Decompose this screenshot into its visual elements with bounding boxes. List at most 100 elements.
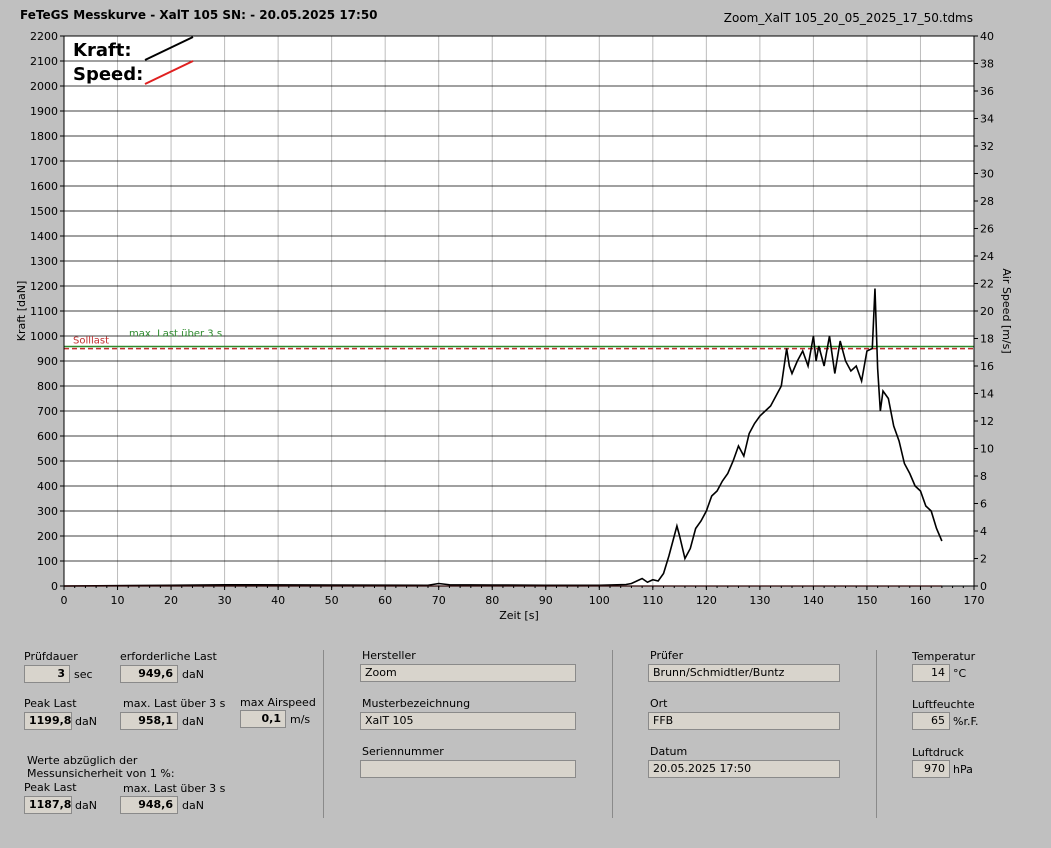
druck-value: 970 bbox=[912, 760, 950, 778]
erf-last-unit: daN bbox=[182, 668, 204, 681]
x-tick-label: 120 bbox=[696, 594, 717, 607]
peak-last-unit: daN bbox=[75, 715, 97, 728]
y2-tick-label: 4 bbox=[980, 525, 987, 538]
y-tick-label: 2200 bbox=[30, 30, 58, 43]
reference-label: Solllast bbox=[73, 336, 109, 347]
y-tick-label: 400 bbox=[37, 480, 58, 493]
serien-label: Seriennummer bbox=[362, 745, 444, 758]
force-chart: Solllastmax. Last über 3 s 0 10 20 30 40 50 60… bbox=[15, 30, 1013, 622]
panel-divider bbox=[323, 650, 324, 818]
feuchte-label: Luftfeuchte bbox=[912, 698, 975, 711]
ort-field: FFB bbox=[648, 712, 840, 730]
x-tick-label: 50 bbox=[325, 594, 339, 607]
x-tick-label: 80 bbox=[485, 594, 499, 607]
y-tick-label: 500 bbox=[37, 455, 58, 468]
werte-note: Werte abzüglich der Messunsicherheit von… bbox=[27, 754, 175, 780]
y-tick-label: 600 bbox=[37, 430, 58, 443]
x-tick-label: 140 bbox=[803, 594, 824, 607]
x-tick-label: 110 bbox=[642, 594, 663, 607]
x-tick-label: 20 bbox=[164, 594, 178, 607]
hersteller-field: Zoom bbox=[360, 664, 576, 682]
y-tick-label: 800 bbox=[37, 380, 58, 393]
y-tick-label: 1300 bbox=[30, 255, 58, 268]
erf-last-value: 949,6 bbox=[120, 665, 178, 683]
legend-label: Speed: bbox=[73, 64, 143, 85]
max-last-unit: daN bbox=[182, 715, 204, 728]
panel-divider bbox=[876, 650, 877, 818]
y2-tick-label: 16 bbox=[980, 360, 994, 373]
y-tick-label: 300 bbox=[37, 505, 58, 518]
max-airspeed-label: max Airspeed bbox=[240, 696, 316, 709]
datum-field: 20.05.2025 17:50 bbox=[648, 760, 840, 778]
y-tick-label: 900 bbox=[37, 355, 58, 368]
x-tick-label: 70 bbox=[432, 594, 446, 607]
y2-tick-label: 36 bbox=[980, 85, 994, 98]
y2-tick-label: 12 bbox=[980, 415, 994, 428]
x-tick-label: 130 bbox=[749, 594, 770, 607]
y2-tick-label: 8 bbox=[980, 470, 987, 483]
x-tick-label: 30 bbox=[218, 594, 232, 607]
y2-tick-label: 32 bbox=[980, 140, 994, 153]
y-tick-label: 1200 bbox=[30, 280, 58, 293]
x-tick-label: 150 bbox=[856, 594, 877, 607]
y2-tick-label: 10 bbox=[980, 443, 994, 456]
y2-tick-label: 34 bbox=[980, 113, 994, 126]
y-tick-label: 0 bbox=[51, 580, 58, 593]
legend-label: Kraft: bbox=[73, 40, 132, 61]
temp-value: 14 bbox=[912, 664, 950, 682]
y-tick-label: 1500 bbox=[30, 205, 58, 218]
y2-tick-label: 18 bbox=[980, 333, 994, 346]
y2-tick-label: 0 bbox=[980, 580, 987, 593]
feuchte-value: 65 bbox=[912, 712, 950, 730]
peak-last-value: 1199,8 bbox=[24, 712, 72, 730]
erf-last-label: erforderliche Last bbox=[120, 650, 217, 663]
muster-label: Musterbezeichnung bbox=[362, 697, 471, 710]
y-axis-label: Kraft [daN] bbox=[15, 281, 28, 342]
x-tick-label: 90 bbox=[539, 594, 553, 607]
max-last-label: max. Last über 3 s bbox=[123, 697, 226, 710]
peak-last-label: Peak Last bbox=[24, 697, 77, 710]
y-tick-label: 1400 bbox=[30, 230, 58, 243]
datum-label: Datum bbox=[650, 745, 688, 758]
reference-label: max. Last über 3 s bbox=[129, 328, 222, 339]
y-tick-label: 1000 bbox=[30, 330, 58, 343]
druck-unit: hPa bbox=[953, 763, 973, 776]
panel-divider bbox=[612, 650, 613, 818]
y-tick-label: 1900 bbox=[30, 105, 58, 118]
max-last2-value: 948,6 bbox=[120, 796, 178, 814]
pruefdauer-label: Prüfdauer bbox=[24, 650, 78, 663]
y2-tick-label: 14 bbox=[980, 388, 994, 401]
y2-tick-label: 26 bbox=[980, 223, 994, 236]
y2-tick-label: 24 bbox=[980, 250, 994, 263]
hersteller-label: Hersteller bbox=[362, 649, 416, 662]
x-tick-label: 10 bbox=[111, 594, 125, 607]
x-tick-label: 60 bbox=[378, 594, 392, 607]
y-tick-label: 1700 bbox=[30, 155, 58, 168]
pruefdauer-value: 3 bbox=[24, 665, 70, 683]
x-tick-label: 160 bbox=[910, 594, 931, 607]
y2-axis-label: Air Speed [m/s] bbox=[1000, 268, 1013, 353]
x-tick-label: 40 bbox=[271, 594, 285, 607]
y2-tick-label: 28 bbox=[980, 195, 994, 208]
feuchte-unit: %r.F. bbox=[953, 715, 979, 728]
y-tick-label: 1800 bbox=[30, 130, 58, 143]
y2-tick-label: 40 bbox=[980, 30, 994, 43]
serien-field bbox=[360, 760, 576, 778]
peak-last2-label: Peak Last bbox=[24, 781, 77, 794]
ort-label: Ort bbox=[650, 697, 668, 710]
y-tick-label: 1600 bbox=[30, 180, 58, 193]
y2-tick-label: 2 bbox=[980, 553, 987, 566]
y2-tick-label: 30 bbox=[980, 168, 994, 181]
y2-tick-label: 38 bbox=[980, 58, 994, 71]
y-tick-label: 2000 bbox=[30, 80, 58, 93]
y2-tick-label: 22 bbox=[980, 278, 994, 291]
temp-label: Temperatur bbox=[912, 650, 976, 663]
muster-field: XalT 105 bbox=[360, 712, 576, 730]
y-tick-label: 700 bbox=[37, 405, 58, 418]
temp-unit: °C bbox=[953, 667, 967, 680]
max-last-value: 958,1 bbox=[120, 712, 178, 730]
pruefer-field: Brunn/Schmidtler/Buntz bbox=[648, 664, 840, 682]
druck-label: Luftdruck bbox=[912, 746, 964, 759]
peak-last2-value: 1187,8 bbox=[24, 796, 72, 814]
max-airspeed-value: 0,1 bbox=[240, 710, 286, 728]
